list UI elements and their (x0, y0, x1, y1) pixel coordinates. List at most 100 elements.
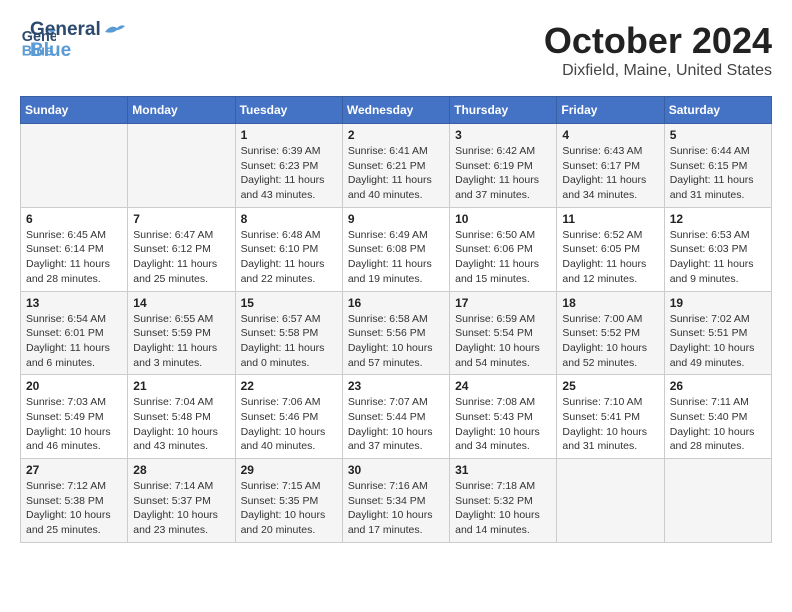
calendar-cell: 11 Sunrise: 6:52 AMSunset: 6:05 PMDayligh… (557, 207, 664, 291)
day-number: 9 (348, 212, 444, 226)
day-info: Sunrise: 7:00 AMSunset: 5:52 PMDaylight:… (562, 312, 658, 371)
calendar-week-row: 13 Sunrise: 6:54 AMSunset: 6:01 PMDayligh… (21, 291, 772, 375)
calendar-cell: 10 Sunrise: 6:50 AMSunset: 6:06 PMDayligh… (450, 207, 557, 291)
calendar-cell: 23 Sunrise: 7:07 AMSunset: 5:44 PMDayligh… (342, 375, 449, 459)
calendar-cell: 31 Sunrise: 7:18 AMSunset: 5:32 PMDayligh… (450, 459, 557, 543)
calendar-cell: 9 Sunrise: 6:49 AMSunset: 6:08 PMDaylight… (342, 207, 449, 291)
day-number: 2 (348, 128, 444, 142)
day-number: 15 (241, 296, 337, 310)
day-info: Sunrise: 6:49 AMSunset: 6:08 PMDaylight:… (348, 228, 444, 287)
day-number: 11 (562, 212, 658, 226)
calendar-cell: 18 Sunrise: 7:00 AMSunset: 5:52 PMDayligh… (557, 291, 664, 375)
day-info: Sunrise: 7:03 AMSunset: 5:49 PMDaylight:… (26, 395, 122, 454)
calendar-cell (21, 124, 128, 208)
day-info: Sunrise: 6:52 AMSunset: 6:05 PMDaylight:… (562, 228, 658, 287)
calendar-week-row: 1 Sunrise: 6:39 AMSunset: 6:23 PMDaylight… (21, 124, 772, 208)
calendar-week-row: 6 Sunrise: 6:45 AMSunset: 6:14 PMDaylight… (21, 207, 772, 291)
day-info: Sunrise: 6:43 AMSunset: 6:17 PMDaylight:… (562, 144, 658, 203)
day-number: 22 (241, 379, 337, 393)
day-info: Sunrise: 7:07 AMSunset: 5:44 PMDaylight:… (348, 395, 444, 454)
column-header-wednesday: Wednesday (342, 97, 449, 124)
page-header: General Blue General Blue October 2024 D… (20, 20, 772, 80)
day-number: 23 (348, 379, 444, 393)
day-info: Sunrise: 6:45 AMSunset: 6:14 PMDaylight:… (26, 228, 122, 287)
calendar-cell (557, 459, 664, 543)
day-number: 14 (133, 296, 229, 310)
column-header-tuesday: Tuesday (235, 97, 342, 124)
calendar-cell: 19Sunrise: 7:02 AMSunset: 5:51 PMDayligh… (664, 291, 771, 375)
day-number: 21 (133, 379, 229, 393)
day-info: Sunrise: 7:10 AMSunset: 5:41 PMDaylight:… (562, 395, 658, 454)
day-number: 25 (562, 379, 658, 393)
day-number: 31 (455, 463, 551, 477)
calendar-table: SundayMondayTuesdayWednesdayThursdayFrid… (20, 96, 772, 543)
calendar-cell: 1 Sunrise: 6:39 AMSunset: 6:23 PMDaylight… (235, 124, 342, 208)
calendar-cell: 2 Sunrise: 6:41 AMSunset: 6:21 PMDaylight… (342, 124, 449, 208)
day-info: Sunrise: 7:06 AMSunset: 5:46 PMDaylight:… (241, 395, 337, 454)
day-info: Sunrise: 6:57 AMSunset: 5:58 PMDaylight:… (241, 312, 337, 371)
column-header-sunday: Sunday (21, 97, 128, 124)
day-info: Sunrise: 6:58 AMSunset: 5:56 PMDaylight:… (348, 312, 444, 371)
day-info: Sunrise: 7:04 AMSunset: 5:48 PMDaylight:… (133, 395, 229, 454)
calendar-cell: 6 Sunrise: 6:45 AMSunset: 6:14 PMDaylight… (21, 207, 128, 291)
day-info: Sunrise: 7:15 AMSunset: 5:35 PMDaylight:… (241, 479, 337, 538)
logo: General Blue General Blue (20, 20, 125, 62)
day-info: Sunrise: 7:18 AMSunset: 5:32 PMDaylight:… (455, 479, 551, 538)
day-number: 5 (670, 128, 766, 142)
day-number: 1 (241, 128, 337, 142)
day-number: 10 (455, 212, 551, 226)
calendar-cell: 26 Sunrise: 7:11 AMSunset: 5:40 PMDayligh… (664, 375, 771, 459)
day-number: 27 (26, 463, 122, 477)
logo-general-text: General (30, 20, 101, 41)
calendar-cell: 24 Sunrise: 7:08 AMSunset: 5:43 PMDayligh… (450, 375, 557, 459)
day-info: Sunrise: 7:16 AMSunset: 5:34 PMDaylight:… (348, 479, 444, 538)
calendar-cell: 22 Sunrise: 7:06 AMSunset: 5:46 PMDayligh… (235, 375, 342, 459)
page-subtitle: Dixfield, Maine, United States (544, 62, 772, 80)
day-number: 8 (241, 212, 337, 226)
day-info: Sunrise: 6:44 AMSunset: 6:15 PMDaylight:… (670, 144, 766, 203)
column-header-monday: Monday (128, 97, 235, 124)
day-info: Sunrise: 7:08 AMSunset: 5:43 PMDaylight:… (455, 395, 551, 454)
day-info: Sunrise: 6:42 AMSunset: 6:19 PMDaylight:… (455, 144, 551, 203)
day-info: Sunrise: 7:02 AMSunset: 5:51 PMDaylight:… (670, 312, 766, 371)
day-info: Sunrise: 6:53 AMSunset: 6:03 PMDaylight:… (670, 228, 766, 287)
calendar-cell: 3 Sunrise: 6:42 AMSunset: 6:19 PMDaylight… (450, 124, 557, 208)
calendar-cell: 27Sunrise: 7:12 AMSunset: 5:38 PMDayligh… (21, 459, 128, 543)
calendar-cell (128, 124, 235, 208)
day-number: 17 (455, 296, 551, 310)
calendar-cell (664, 459, 771, 543)
day-info: Sunrise: 6:39 AMSunset: 6:23 PMDaylight:… (241, 144, 337, 203)
day-number: 13 (26, 296, 122, 310)
calendar-cell: 7 Sunrise: 6:47 AMSunset: 6:12 PMDaylight… (128, 207, 235, 291)
column-header-saturday: Saturday (664, 97, 771, 124)
day-number: 28 (133, 463, 229, 477)
logo-bird-icon (103, 22, 125, 36)
calendar-cell: 14 Sunrise: 6:55 AMSunset: 5:59 PMDayligh… (128, 291, 235, 375)
calendar-cell: 12 Sunrise: 6:53 AMSunset: 6:03 PMDayligh… (664, 207, 771, 291)
day-number: 3 (455, 128, 551, 142)
day-info: Sunrise: 6:50 AMSunset: 6:06 PMDaylight:… (455, 228, 551, 287)
day-number: 24 (455, 379, 551, 393)
day-number: 12 (670, 212, 766, 226)
day-number: 30 (348, 463, 444, 477)
logo-blue-text: Blue (30, 41, 125, 62)
calendar-cell: 21 Sunrise: 7:04 AMSunset: 5:48 PMDayligh… (128, 375, 235, 459)
calendar-cell: 28Sunrise: 7:14 AMSunset: 5:37 PMDayligh… (128, 459, 235, 543)
day-number: 6 (26, 212, 122, 226)
day-info: Sunrise: 7:11 AMSunset: 5:40 PMDaylight:… (670, 395, 766, 454)
day-number: 26 (670, 379, 766, 393)
calendar-cell: 4 Sunrise: 6:43 AMSunset: 6:17 PMDaylight… (557, 124, 664, 208)
calendar-cell: 30 Sunrise: 7:16 AMSunset: 5:34 PMDayligh… (342, 459, 449, 543)
calendar-cell: 25 Sunrise: 7:10 AMSunset: 5:41 PMDayligh… (557, 375, 664, 459)
calendar-header-row: SundayMondayTuesdayWednesdayThursdayFrid… (21, 97, 772, 124)
day-info: Sunrise: 6:54 AMSunset: 6:01 PMDaylight:… (26, 312, 122, 371)
day-number: 29 (241, 463, 337, 477)
day-info: Sunrise: 6:55 AMSunset: 5:59 PMDaylight:… (133, 312, 229, 371)
day-number: 7 (133, 212, 229, 226)
day-number: 18 (562, 296, 658, 310)
day-info: Sunrise: 6:41 AMSunset: 6:21 PMDaylight:… (348, 144, 444, 203)
calendar-week-row: 27Sunrise: 7:12 AMSunset: 5:38 PMDayligh… (21, 459, 772, 543)
day-info: Sunrise: 6:47 AMSunset: 6:12 PMDaylight:… (133, 228, 229, 287)
day-number: 4 (562, 128, 658, 142)
calendar-cell: 20Sunrise: 7:03 AMSunset: 5:49 PMDayligh… (21, 375, 128, 459)
